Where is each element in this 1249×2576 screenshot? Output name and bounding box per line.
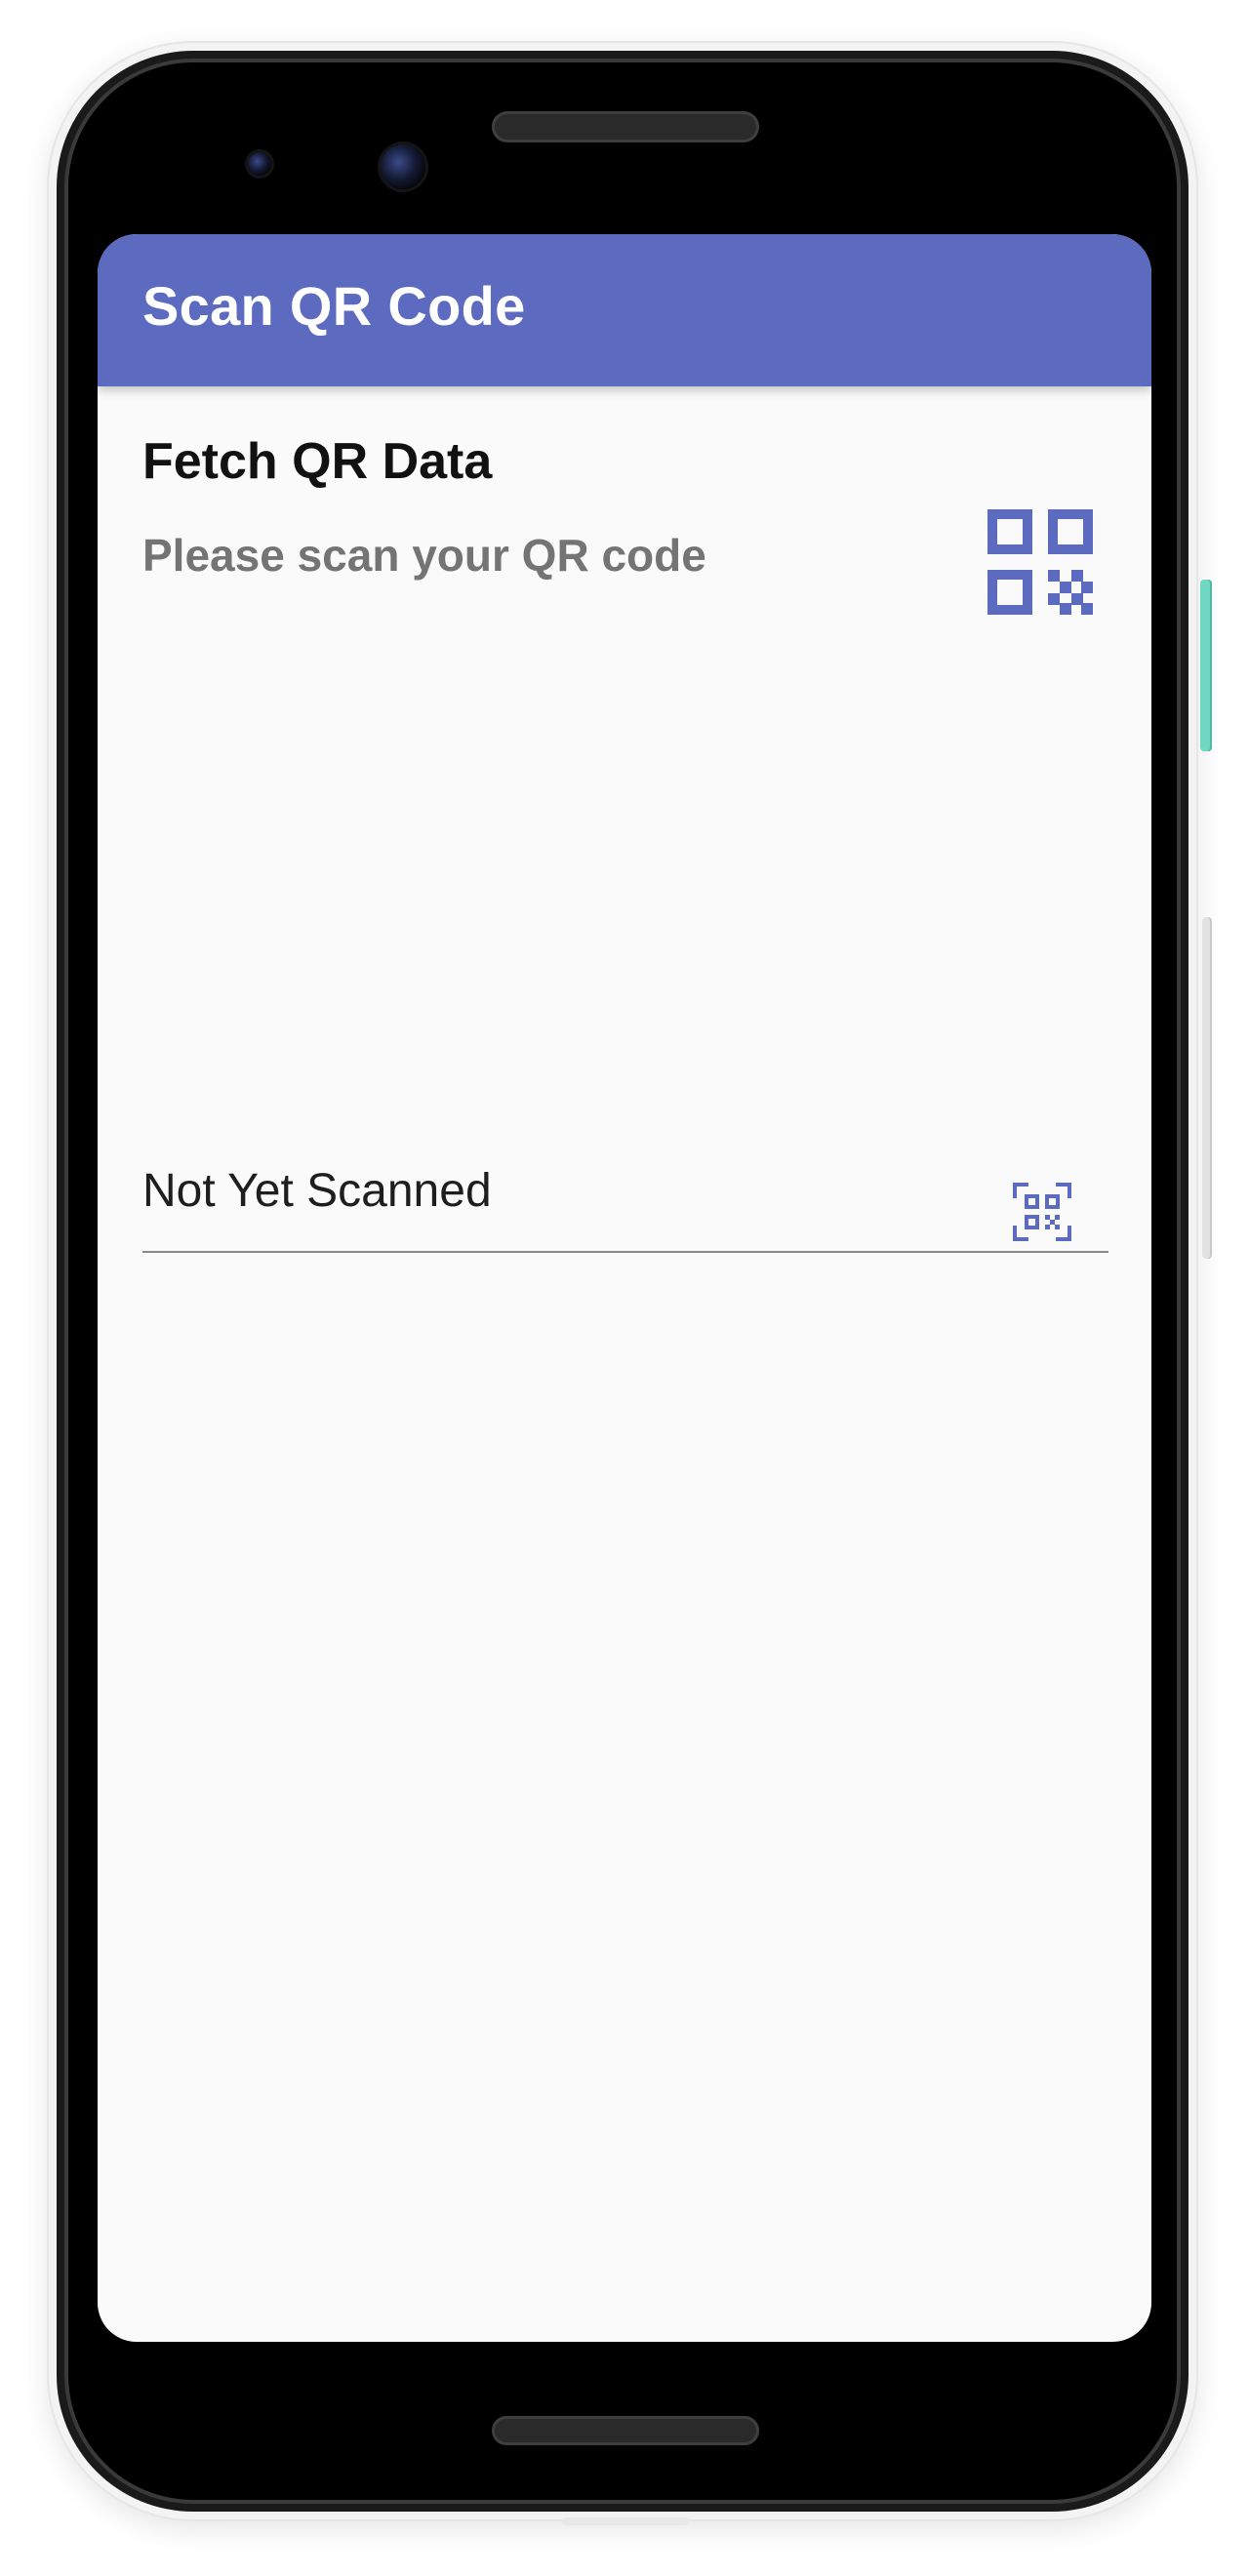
earpiece-speaker xyxy=(492,111,759,142)
section-subtitle: Please scan your QR code xyxy=(142,530,706,581)
scan-result-field[interactable]: Not Yet Scanned xyxy=(142,1161,1108,1253)
qr-code-scanner-icon[interactable] xyxy=(1013,1183,1071,1241)
front-camera xyxy=(381,144,425,189)
section-title: Fetch QR Data xyxy=(142,433,493,490)
app-title: Scan QR Code xyxy=(142,275,526,337)
app-screen: Scan QR Code Fetch QR Data Please scan y… xyxy=(98,234,1151,2342)
power-button[interactable] xyxy=(1200,580,1212,751)
app-bar: Scan QR Code xyxy=(98,234,1151,386)
front-sensor xyxy=(248,152,271,176)
scan-result-value: Not Yet Scanned xyxy=(142,1165,492,1217)
device-stage: Scan QR Code Fetch QR Data Please scan y… xyxy=(0,0,1249,2576)
bottom-speaker xyxy=(492,2416,759,2445)
qr-code-icon[interactable] xyxy=(987,509,1093,615)
volume-button[interactable] xyxy=(1202,917,1212,1259)
bottom-edge xyxy=(562,2517,689,2525)
